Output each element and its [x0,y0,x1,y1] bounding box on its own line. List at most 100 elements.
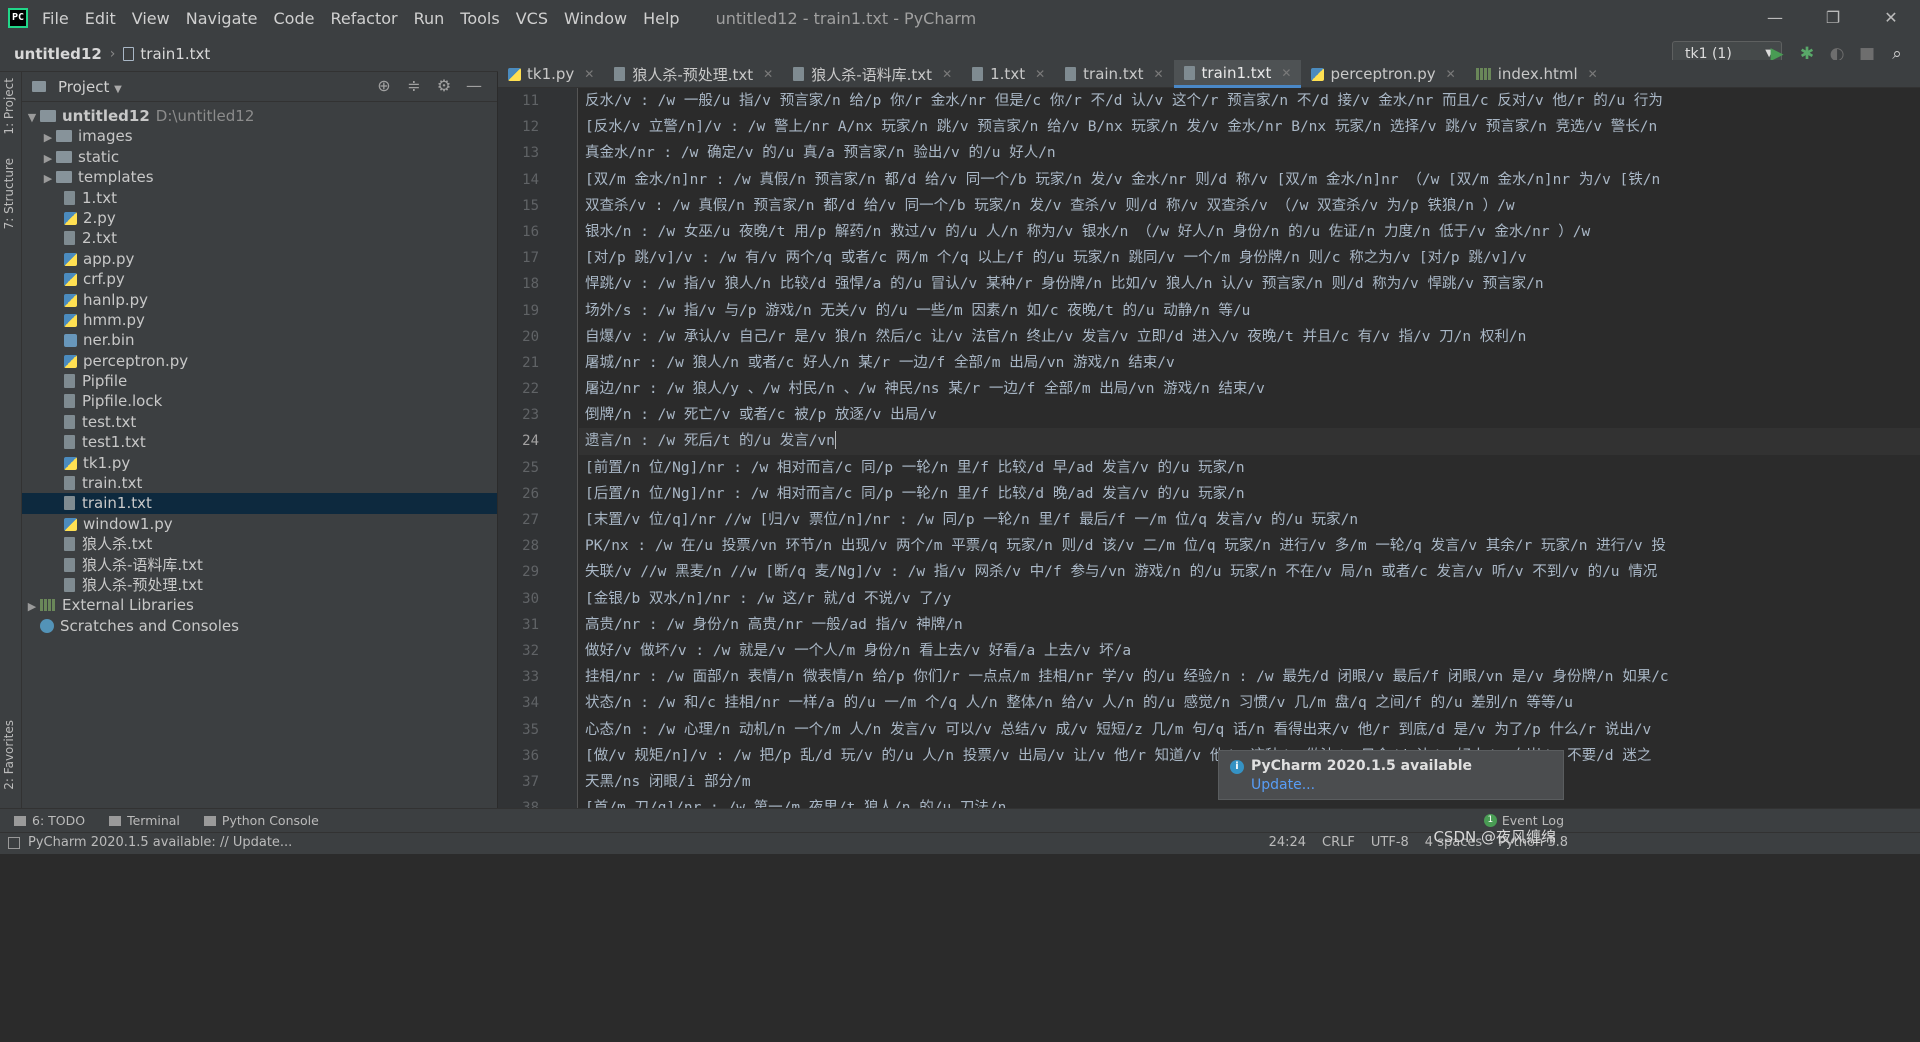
tree-item[interactable]: 狼人杀-预处理.txt [22,575,497,595]
tree-item[interactable]: test.txt [22,412,497,432]
code-line[interactable]: 高贵/nr : /w 身份/n 高贵/nr 一般/ad 指/v 神牌/n [579,612,1920,638]
close-tab-icon[interactable]: ✕ [1588,67,1598,81]
tab-favorites-tool[interactable]: 2: Favorites [2,720,16,790]
close-tab-icon[interactable]: ✕ [1281,66,1291,80]
tree-item[interactable]: train1.txt [22,493,497,514]
tree-item[interactable]: hanlp.py [22,290,497,310]
code-line[interactable]: [前置/n 位/Ng]/nr : /w 相对而言/c 同/p 一轮/n 里/f … [579,455,1920,481]
tab-project-tool[interactable]: 1: Project [2,78,16,135]
menu-code[interactable]: Code [274,9,315,28]
code-line[interactable]: 失联/v //w 黑麦/n //w [断/q 麦/Ng]/v : /w 指/v … [579,559,1920,585]
todo-tool-button[interactable]: 6: TODO [14,813,85,828]
tree-item[interactable]: app.py [22,249,497,269]
code-line[interactable]: 状态/n : /w 和/c 挂相/nr 一样/a 的/u 一/m 个/q 人/n… [579,690,1920,716]
close-tab-icon[interactable]: ✕ [942,67,952,81]
tree-item[interactable]: ▶ static [22,147,497,167]
tree-item[interactable]: window1.py [22,514,497,534]
restore-icon[interactable]: ❐ [1804,0,1862,36]
code-line[interactable]: [对/p 跳/v]/v : /w 有/v 两个/q 或者/c 两/m 个/q 以… [579,245,1920,271]
editor-tab[interactable]: train.txt ✕ [1055,60,1173,88]
tree-item[interactable]: train.txt [22,473,497,493]
update-link[interactable]: Update... [1251,777,1315,793]
editor-tab[interactable]: index.html ✕ [1466,60,1608,88]
menu-vcs[interactable]: VCS [516,9,548,28]
tree-external-libraries[interactable]: ▶ External Libraries [22,595,497,615]
close-tab-icon[interactable]: ✕ [584,67,594,81]
code-line[interactable]: [双/m 金水/n]nr : /w 真假/n 预言家/n 都/d 给/v 同一个… [579,167,1920,193]
menu-navigate[interactable]: Navigate [186,9,258,28]
menu-refactor[interactable]: Refactor [330,9,397,28]
chevron-right-icon[interactable]: ▶ [40,169,56,189]
tree-root-untitled12[interactable]: ▼ untitled12 D:\untitled12 [22,106,497,126]
chevron-right-icon[interactable]: ▶ [40,149,56,169]
code-line[interactable]: 挂相/nr : /w 面部/n 表情/n 微表情/n 给/p 你们/r 一点点/… [579,664,1920,690]
code-line[interactable]: 屠边/nr : /w 狼人/y 、/w 村民/n 、/w 神民/ns 某/r 一… [579,376,1920,402]
editor-tab[interactable]: perceptron.py ✕ [1301,60,1465,88]
menu-run[interactable]: Run [414,9,445,28]
minimize-icon[interactable]: — [1746,0,1804,36]
code-line[interactable]: [反水/v 立警/n]/v : /w 警上/nr A/nx 玩家/n 跳/v 预… [579,114,1920,140]
project-view-select[interactable]: Project ▼ [58,78,122,96]
code-line[interactable]: 场外/s : /w 指/v 与/p 游戏/n 无关/v 的/u 一些/m 因素/… [579,298,1920,324]
tree-item[interactable]: tk1.py [22,453,497,473]
code-line[interactable]: 真金水/nr : /w 确定/v 的/u 真/a 预言家/n 验出/v 的/u … [579,140,1920,166]
tree-item[interactable]: crf.py [22,269,497,289]
caret-position[interactable]: 24:24 [1269,835,1306,850]
tree-item[interactable]: 2.txt [22,228,497,248]
code-line[interactable]: 双查杀/v : /w 真假/n 预言家/n 都/d 给/v 同一个/b 玩家/n… [579,193,1920,219]
locate-file-icon[interactable]: ⊕ [369,76,399,95]
tree-item[interactable]: perceptron.py [22,351,497,371]
editor-tab[interactable]: 狼人杀-预处理.txt ✕ [604,60,783,88]
breadcrumb-file[interactable]: train1.txt [123,45,210,63]
tree-item[interactable]: 狼人杀.txt [22,534,497,554]
chevron-down-icon[interactable]: ▼ [24,108,40,128]
menu-view[interactable]: View [132,9,170,28]
python-console-tool-button[interactable]: Python Console [203,813,319,828]
status-message[interactable]: PyCharm 2020.1.5 available: // Update... [28,835,292,850]
menu-window[interactable]: Window [564,9,627,28]
hide-panel-icon[interactable]: — [459,76,489,95]
code-line[interactable]: 做好/v 做坏/v : /w 就是/v 一个人/m 身份/n 看上去/v 好看/… [579,638,1920,664]
editor-tab[interactable]: 1.txt ✕ [962,60,1055,88]
chevron-right-icon[interactable]: ▶ [40,128,56,148]
code-line[interactable]: 屠城/nr : /w 狼人/n 或者/c 好人/n 某/r 一边/f 全部/m … [579,350,1920,376]
code-line[interactable]: [后置/n 位/Ng]/nr : /w 相对而言/c 同/p 一轮/n 里/f … [579,481,1920,507]
file-encoding[interactable]: UTF-8 [1371,835,1409,850]
tool-windows-toggle-icon[interactable] [8,837,20,849]
tree-item[interactable]: Pipfile [22,371,497,391]
code-line[interactable]: 自爆/v : /w 承认/v 自己/r 是/v 狼/n 然后/c 让/v 法官/… [579,324,1920,350]
code-line[interactable]: 遗言/n : /w 死后/t 的/u 发言/vn [579,428,1920,455]
close-tab-icon[interactable]: ✕ [1153,67,1163,81]
menu-file[interactable]: File [42,9,69,28]
close-tab-icon[interactable]: ✕ [1035,67,1045,81]
tree-item[interactable]: ner.bin [22,330,497,350]
tree-item[interactable]: 1.txt [22,188,497,208]
code-line[interactable]: 倒牌/n : /w 死亡/v 或者/c 被/p 放逐/v 出局/v [579,402,1920,428]
code-line[interactable]: 心态/n : /w 心理/n 动机/n 一个/m 人/n 发言/v 可以/v 总… [579,717,1920,743]
tree-item[interactable]: test1.txt [22,432,497,452]
tree-item[interactable]: hmm.py [22,310,497,330]
code-line[interactable]: [金银/b 双水/n]/nr : /w 这/r 就/d 不说/v 了/y [579,586,1920,612]
collapse-all-icon[interactable]: ≑ [399,76,429,95]
menu-edit[interactable]: Edit [85,9,116,28]
tree-item[interactable]: 2.py [22,208,497,228]
code-line[interactable]: PK/nx : /w 在/u 投票/vn 环节/n 出现/v 两个/m 平票/q… [579,533,1920,559]
chevron-right-icon[interactable]: ▶ [24,597,40,617]
close-window-icon[interactable]: ✕ [1862,0,1920,36]
tree-scratches[interactable]: Scratches and Consoles [22,616,497,636]
terminal-tool-button[interactable]: Terminal [109,813,180,828]
tree-item[interactable]: ▶ templates [22,167,497,187]
tree-item[interactable]: Pipfile.lock [22,391,497,411]
code-line[interactable]: 反水/v : /w 一般/u 指/v 预言家/n 给/p 你/r 金水/nr 但… [579,88,1920,114]
gear-icon[interactable]: ⚙ [429,76,459,95]
code-line[interactable]: [末置/v 位/q]/nr //w [归/v 票位/n]/nr : /w 同/p… [579,507,1920,533]
editor-tab[interactable]: train1.txt ✕ [1173,60,1302,88]
breadcrumb-project[interactable]: untitled12 [14,45,102,63]
menu-tools[interactable]: Tools [460,9,499,28]
editor-tab[interactable]: tk1.py ✕ [498,60,604,88]
menu-help[interactable]: Help [643,9,679,28]
line-separator[interactable]: CRLF [1322,835,1355,850]
tree-item[interactable]: ▶ images [22,126,497,146]
code-line[interactable]: 银水/n : /w 女巫/u 夜晚/t 用/p 解药/n 救过/v 的/u 人/… [579,219,1920,245]
tab-structure-tool[interactable]: 7: Structure [2,158,16,229]
